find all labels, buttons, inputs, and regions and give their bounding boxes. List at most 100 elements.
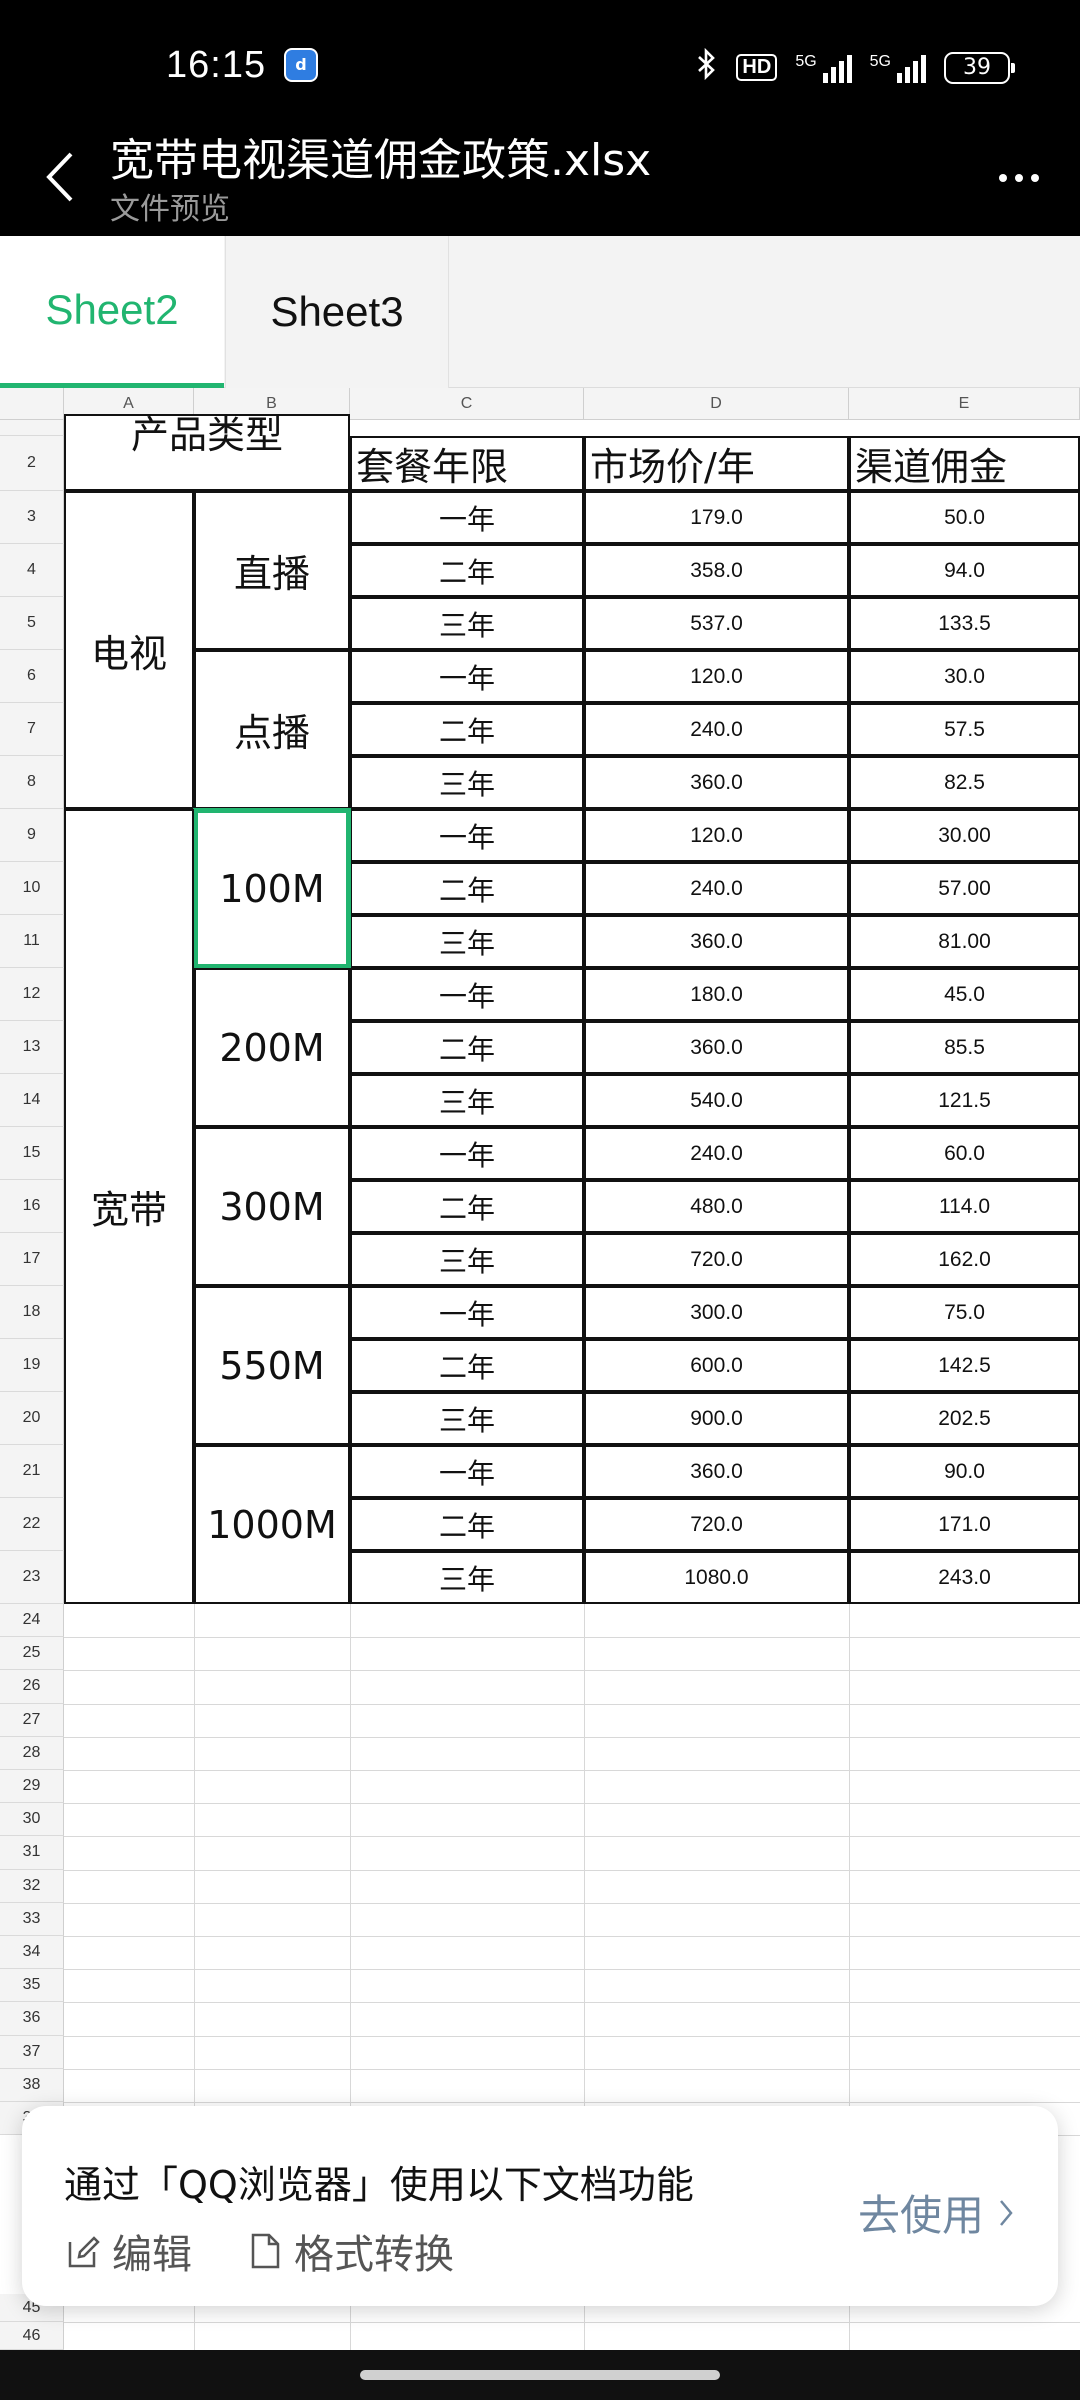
row-header[interactable]: 38	[0, 2068, 64, 2102]
cell-market-price[interactable]: 180.0	[584, 968, 849, 1021]
cell-package-year[interactable]: 二年	[350, 1021, 584, 1074]
cell-package-year[interactable]: 三年	[350, 1233, 584, 1286]
column-header-d[interactable]: D	[584, 388, 849, 420]
cell-package-year[interactable]: 一年	[350, 968, 584, 1021]
cell-market-price[interactable]: 1080.0	[584, 1551, 849, 1604]
cell-market-price[interactable]: 120.0	[584, 650, 849, 703]
row-header[interactable]: 31	[0, 1836, 64, 1870]
row-header[interactable]: 15	[0, 1127, 64, 1180]
cell-channel-commission[interactable]: 142.5	[849, 1339, 1080, 1392]
row-header-1[interactable]	[0, 420, 64, 436]
row-header[interactable]: 26	[0, 1670, 64, 1704]
cell-channel-commission[interactable]: 121.5	[849, 1074, 1080, 1127]
cell-channel-commission[interactable]: 94.0	[849, 544, 1080, 597]
cell-market-price[interactable]: 720.0	[584, 1233, 849, 1286]
cell-channel-commission[interactable]: 90.0	[849, 1445, 1080, 1498]
cell-package-year[interactable]: 三年	[350, 1551, 584, 1604]
cell-package-year[interactable]: 三年	[350, 915, 584, 968]
cell-package-year[interactable]: 一年	[350, 809, 584, 862]
header-product-type[interactable]: 产品类型	[64, 414, 350, 491]
cell-channel-commission[interactable]: 85.5	[849, 1021, 1080, 1074]
row-header[interactable]: 14	[0, 1074, 64, 1127]
cell-subcategory[interactable]: 直播	[194, 491, 350, 650]
tab-sheet3[interactable]: Sheet3	[225, 236, 449, 388]
row-header[interactable]: 34	[0, 1936, 64, 1970]
cell-market-price[interactable]: 179.0	[584, 491, 849, 544]
row-header[interactable]: 4	[0, 544, 64, 597]
cell-subcategory[interactable]: 300M	[194, 1127, 350, 1286]
cell-channel-commission[interactable]: 50.0	[849, 491, 1080, 544]
cell-package-year[interactable]: 二年	[350, 1498, 584, 1551]
cell-market-price[interactable]: 360.0	[584, 1445, 849, 1498]
row-header-2[interactable]: 2	[0, 436, 64, 491]
cell-market-price[interactable]: 600.0	[584, 1339, 849, 1392]
cell-market-price[interactable]: 240.0	[584, 1127, 849, 1180]
row-header[interactable]: 3	[0, 491, 64, 544]
row-header[interactable]: 11	[0, 915, 64, 968]
column-header-c[interactable]: C	[350, 388, 584, 420]
cell-channel-commission[interactable]: 57.5	[849, 703, 1080, 756]
cell-subcategory[interactable]: 1000M	[194, 1445, 350, 1604]
row-header[interactable]: 24	[0, 1604, 64, 1638]
row-header[interactable]: 16	[0, 1180, 64, 1233]
row-header[interactable]: 32	[0, 1869, 64, 1903]
row-header[interactable]: 17	[0, 1233, 64, 1286]
cell-package-year[interactable]: 二年	[350, 1339, 584, 1392]
row-header[interactable]: 33	[0, 1902, 64, 1936]
cell-subcategory[interactable]: 200M	[194, 968, 350, 1127]
row-header[interactable]: 23	[0, 1551, 64, 1604]
row-header[interactable]: 10	[0, 862, 64, 915]
cell-package-year[interactable]: 一年	[350, 1127, 584, 1180]
cell-channel-commission[interactable]: 45.0	[849, 968, 1080, 1021]
cell-channel-commission[interactable]: 133.5	[849, 597, 1080, 650]
cell-subcategory[interactable]: 100M	[193, 808, 351, 969]
cell-market-price[interactable]: 480.0	[584, 1180, 849, 1233]
cell-package-year[interactable]: 二年	[350, 862, 584, 915]
more-options-button[interactable]	[984, 148, 1054, 208]
cell-channel-commission[interactable]: 57.00	[849, 862, 1080, 915]
cell-package-year[interactable]: 一年	[350, 650, 584, 703]
cell-channel-commission[interactable]: 202.5	[849, 1392, 1080, 1445]
tab-sheet2[interactable]: Sheet2	[0, 236, 224, 388]
cell-subcategory[interactable]: 点播	[194, 650, 350, 809]
cell-package-year[interactable]: 三年	[350, 756, 584, 809]
cell-channel-commission[interactable]: 82.5	[849, 756, 1080, 809]
cell-market-price[interactable]: 358.0	[584, 544, 849, 597]
cell-package-year[interactable]: 二年	[350, 703, 584, 756]
header-market-price[interactable]: 市场价/年	[584, 436, 849, 491]
home-gesture-handle[interactable]	[360, 2370, 720, 2380]
cell-channel-commission[interactable]: 81.00	[849, 915, 1080, 968]
cell-market-price[interactable]: 537.0	[584, 597, 849, 650]
row-header[interactable]: 12	[0, 968, 64, 1021]
row-header[interactable]: 13	[0, 1021, 64, 1074]
cell-package-year[interactable]: 三年	[350, 1074, 584, 1127]
cell-market-price[interactable]: 120.0	[584, 809, 849, 862]
row-header[interactable]: 22	[0, 1498, 64, 1551]
cell-package-year[interactable]: 三年	[350, 597, 584, 650]
cell-channel-commission[interactable]: 243.0	[849, 1551, 1080, 1604]
cell-channel-commission[interactable]: 30.0	[849, 650, 1080, 703]
row-header[interactable]: 5	[0, 597, 64, 650]
row-header[interactable]: 30	[0, 1803, 64, 1837]
row-header[interactable]: 20	[0, 1392, 64, 1445]
corner-cell[interactable]	[0, 388, 64, 420]
row-header[interactable]: 19	[0, 1339, 64, 1392]
row-header[interactable]: 6	[0, 650, 64, 703]
row-header[interactable]: 18	[0, 1286, 64, 1339]
cell-market-price[interactable]: 240.0	[584, 862, 849, 915]
row-header[interactable]: 36	[0, 2002, 64, 2036]
cell-market-price[interactable]: 360.0	[584, 915, 849, 968]
cell-market-price[interactable]: 300.0	[584, 1286, 849, 1339]
edit-action[interactable]: 编辑	[66, 2222, 192, 2280]
header-package-years[interactable]: 套餐年限	[350, 436, 584, 491]
cell-channel-commission[interactable]: 114.0	[849, 1180, 1080, 1233]
row-header[interactable]: 25	[0, 1637, 64, 1671]
cell-channel-commission[interactable]: 171.0	[849, 1498, 1080, 1551]
row-header[interactable]: 37	[0, 2035, 64, 2069]
cell-channel-commission[interactable]: 60.0	[849, 1127, 1080, 1180]
row-header[interactable]: 35	[0, 1969, 64, 2003]
spreadsheet-grid[interactable]: ABCDE 2 产品类型 套餐年限 市场价/年 渠道佣金 3 一年 179.0 50.0 4 二年 3…	[0, 388, 1080, 2350]
cell-channel-commission[interactable]: 30.00	[849, 809, 1080, 862]
cell-channel-commission[interactable]: 162.0	[849, 1233, 1080, 1286]
cell-package-year[interactable]: 二年	[350, 544, 584, 597]
